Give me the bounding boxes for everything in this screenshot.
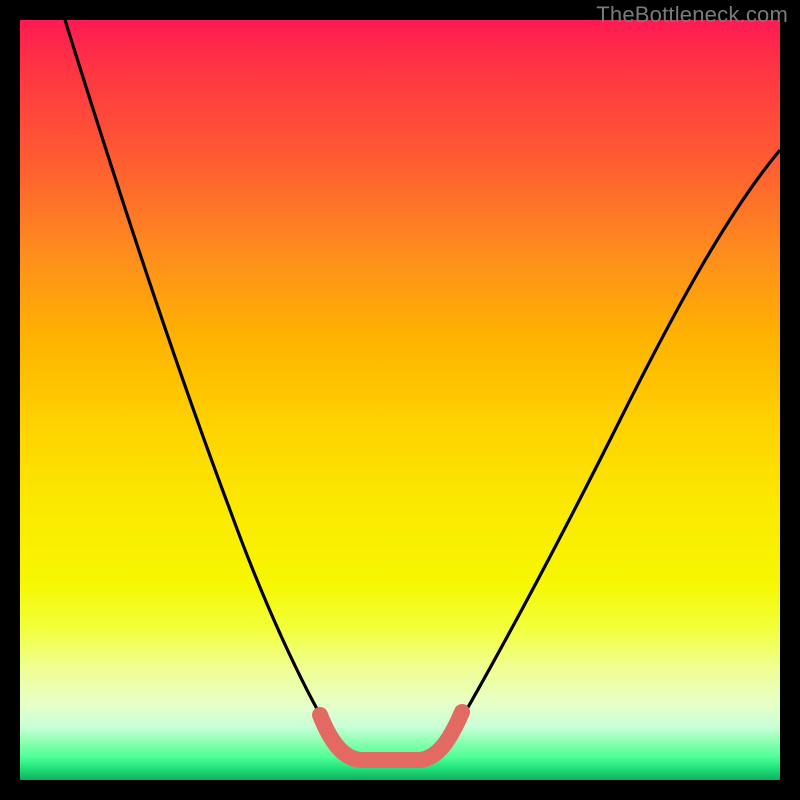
watermark-text: TheBottleneck.com [596,2,788,28]
bottleneck-curve [65,20,780,760]
plot-area [20,20,780,780]
chart-frame: TheBottleneck.com [0,0,800,800]
curve-layer [20,20,780,780]
highlight-segment [320,712,462,760]
